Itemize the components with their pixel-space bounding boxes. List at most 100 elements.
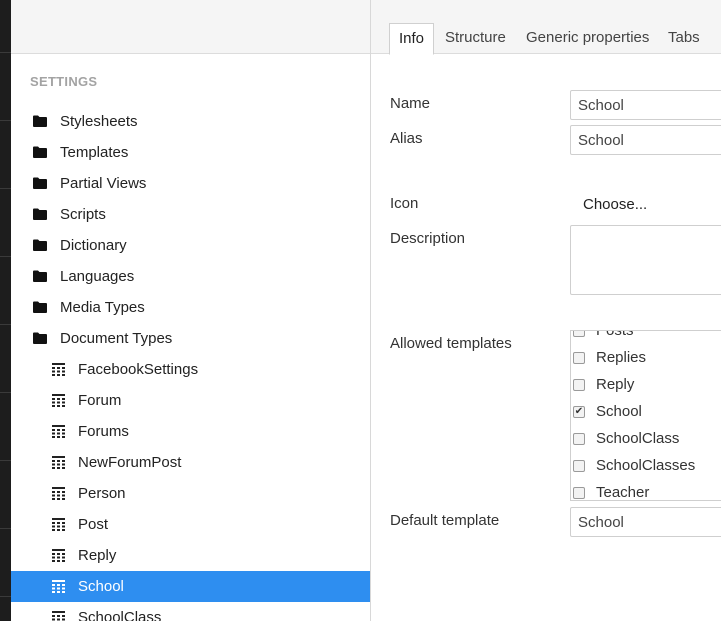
- folder-icon: [33, 208, 47, 220]
- app-sidebar-strip: [0, 0, 11, 621]
- tab-tabs[interactable]: Tabs: [668, 23, 700, 55]
- folder-icon: [33, 301, 47, 313]
- tree-item-label: NewForumPost: [78, 454, 182, 471]
- divider: [0, 392, 11, 393]
- tree-folder-dictionary[interactable]: Dictionary: [11, 230, 370, 261]
- document-type-icon: [52, 425, 65, 438]
- tree-list: Stylesheets Templates Partial Views Scripts…: [11, 106, 370, 621]
- tab-structure[interactable]: Structure: [445, 23, 506, 55]
- folder-icon: [33, 332, 47, 344]
- checkbox[interactable]: [573, 331, 585, 337]
- description-label: Description: [390, 230, 466, 247]
- document-type-icon: [52, 518, 65, 531]
- default-template-select[interactable]: School: [570, 507, 721, 537]
- folder-icon: [33, 270, 47, 282]
- template-option-label: SchoolClass: [596, 430, 680, 447]
- alias-input-value: School: [578, 131, 624, 149]
- name-label: Name: [390, 95, 431, 112]
- tree-item-label: Scripts: [60, 206, 106, 223]
- tree-item-label: Person: [78, 485, 126, 502]
- allowed-templates-label: Allowed templates: [390, 335, 512, 352]
- default-template-value: School: [578, 513, 624, 531]
- tree-header: [11, 0, 370, 54]
- tree-folder-scripts[interactable]: Scripts: [11, 199, 370, 230]
- template-option-label: Reply: [596, 376, 635, 393]
- tab-info[interactable]: Info: [389, 23, 435, 55]
- tree-item-label: Reply: [78, 547, 117, 564]
- checkbox[interactable]: [573, 351, 585, 364]
- divider: [0, 52, 11, 53]
- tab-bar: Info Structure Generic properties Tabs: [371, 0, 721, 55]
- template-option-label: School: [596, 403, 642, 420]
- template-option-label: Posts: [596, 330, 634, 339]
- tree-doctype-newforumpost[interactable]: NewForumPost: [11, 447, 370, 478]
- folder-icon: [33, 239, 47, 251]
- document-type-icon: [52, 611, 65, 621]
- folder-icon: [33, 146, 47, 158]
- divider: [0, 188, 11, 189]
- tree-item-label: Forums: [78, 423, 129, 440]
- template-option-label: Teacher: [596, 484, 650, 501]
- alias-label: Alias: [390, 130, 423, 147]
- divider: [0, 528, 11, 529]
- editor-panel: Info Structure Generic properties Tabs N…: [371, 0, 721, 621]
- divider: [0, 120, 11, 121]
- template-option-label: Replies: [596, 349, 647, 366]
- settings-tree-panel: SETTINGS Stylesheets Templates Partial Vie…: [11, 0, 371, 621]
- tree-item-label: School: [78, 578, 124, 595]
- folder-icon: [33, 177, 47, 189]
- tree-doctype-person[interactable]: Person: [11, 478, 370, 509]
- divider: [0, 596, 11, 597]
- tree-item-label: Forum: [78, 392, 122, 409]
- name-input-value: School: [578, 96, 624, 114]
- tree-item-label: Languages: [60, 268, 135, 285]
- folder-icon: [33, 115, 47, 127]
- tree-doctype-reply[interactable]: Reply: [11, 540, 370, 571]
- tree-item-label: FacebookSettings: [78, 361, 199, 378]
- tree-folder-partial-views[interactable]: Partial Views: [11, 168, 370, 199]
- tree-item-label: Document Types: [60, 330, 173, 347]
- tree-doctype-post[interactable]: Post: [11, 509, 370, 540]
- section-title: SETTINGS: [30, 74, 98, 89]
- tree-item-label: SchoolClass: [78, 609, 162, 621]
- allowed-templates-list[interactable]: Posts Replies Reply ✔ School SchoolClass Schoo…: [570, 330, 721, 501]
- tree-item-label: Partial Views: [60, 175, 147, 192]
- default-template-label: Default template: [390, 512, 500, 529]
- tree-doctype-facebooksettings[interactable]: FacebookSettings: [11, 354, 370, 385]
- divider: [0, 324, 11, 325]
- divider: [0, 460, 11, 461]
- tree-doctype-school[interactable]: School: [11, 571, 370, 602]
- tree-folder-templates[interactable]: Templates: [11, 137, 370, 168]
- tree-doctype-forum[interactable]: Forum: [11, 385, 370, 416]
- checkbox[interactable]: [573, 378, 585, 391]
- tree-item-label: Media Types: [60, 299, 145, 316]
- tree-folder-document-types[interactable]: Document Types: [11, 323, 370, 354]
- tree-item-label: Post: [78, 516, 109, 533]
- alias-input[interactable]: School: [570, 125, 721, 155]
- tree-folder-stylesheets[interactable]: Stylesheets: [11, 106, 370, 137]
- document-type-icon: [52, 487, 65, 500]
- checkbox[interactable]: [573, 432, 585, 445]
- document-type-icon: [52, 456, 65, 469]
- tree-item-label: Stylesheets: [60, 113, 138, 130]
- tab-generic-properties[interactable]: Generic properties: [526, 23, 649, 55]
- document-type-icon: [52, 580, 65, 593]
- checkbox[interactable]: ✔: [573, 405, 585, 418]
- checkbox[interactable]: [573, 486, 585, 499]
- tree-doctype-schoolclass[interactable]: SchoolClass: [11, 602, 370, 621]
- tree-item-label: Dictionary: [60, 237, 127, 254]
- document-type-icon: [52, 394, 65, 407]
- tree-folder-languages[interactable]: Languages: [11, 261, 370, 292]
- document-type-icon: [52, 363, 65, 376]
- choose-icon-link[interactable]: Choose...: [583, 196, 647, 213]
- name-input[interactable]: School: [570, 90, 721, 120]
- template-option-label: SchoolClasses: [596, 457, 696, 474]
- checkbox[interactable]: [573, 459, 585, 472]
- tree-item-label: Templates: [60, 144, 129, 161]
- icon-label: Icon: [390, 195, 419, 212]
- divider: [0, 256, 11, 257]
- document-type-icon: [52, 549, 65, 562]
- description-textarea[interactable]: [570, 225, 721, 295]
- tree-doctype-forums[interactable]: Forums: [11, 416, 370, 447]
- tree-folder-media-types[interactable]: Media Types: [11, 292, 370, 323]
